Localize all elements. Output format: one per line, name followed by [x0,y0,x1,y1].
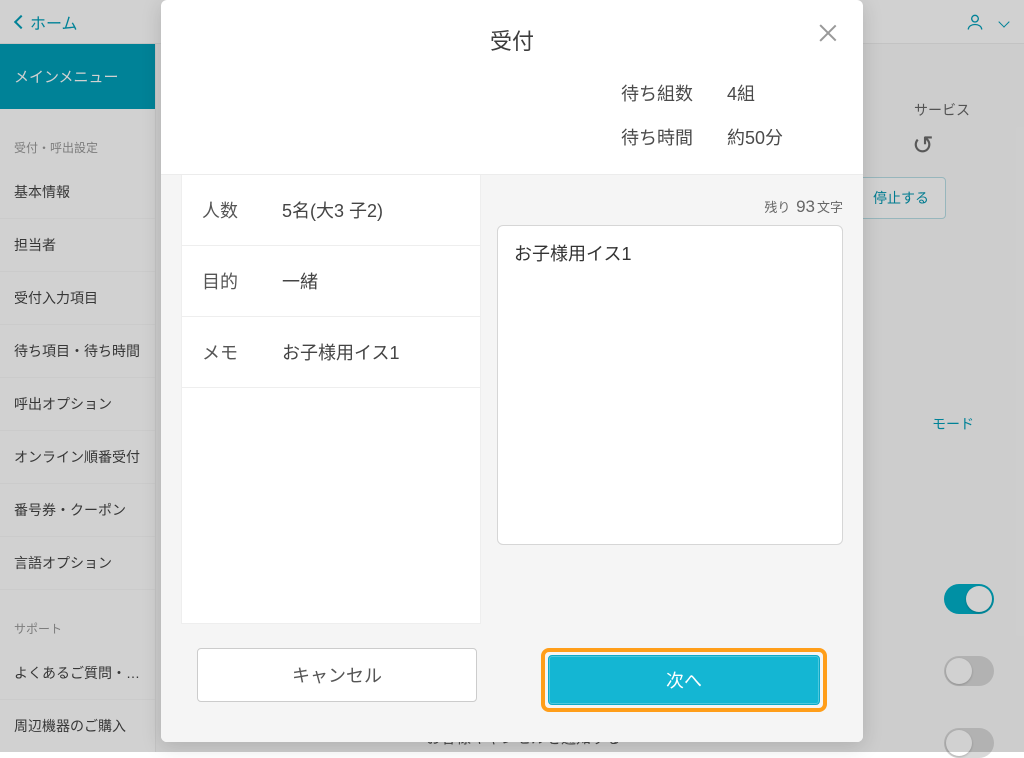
cancel-button[interactable]: キャンセル [197,648,477,702]
people-value: 5名(大3 子2) [282,197,460,223]
modal-overlay: 受付 待ち組数 4組 待ち時間 約50分 人数 5名(大3 子2) 目的 一緒 … [0,0,1024,752]
memo-value: お子様用イス1 [282,339,460,365]
next-button[interactable]: 次へ [548,655,820,705]
memo-label: メモ [202,339,282,365]
modal-title: 受付 [161,24,863,56]
waiting-groups-label: 待ち組数 [621,80,693,106]
reception-modal: 受付 待ち組数 4組 待ち時間 約50分 人数 5名(大3 子2) 目的 一緒 … [161,0,863,742]
waiting-time-value: 約50分 [727,124,827,150]
purpose-label: 目的 [202,268,282,294]
summary-row-people[interactable]: 人数 5名(大3 子2) [182,175,480,246]
char-remaining: 残り 93文字 [497,197,843,217]
summary-row-purpose[interactable]: 目的 一緒 [182,246,480,317]
waiting-time-label: 待ち時間 [621,124,693,150]
people-label: 人数 [202,197,282,223]
next-button-highlight: 次へ [541,648,827,712]
summary-row-memo[interactable]: メモ お子様用イス1 [182,317,480,388]
summary-list: 人数 5名(大3 子2) 目的 一緒 メモ お子様用イス1 [181,175,481,624]
purpose-value: 一緒 [282,268,460,294]
memo-textarea[interactable]: お子様用イス1 [497,225,843,545]
waiting-groups-value: 4組 [727,80,827,106]
close-icon[interactable] [817,22,839,44]
